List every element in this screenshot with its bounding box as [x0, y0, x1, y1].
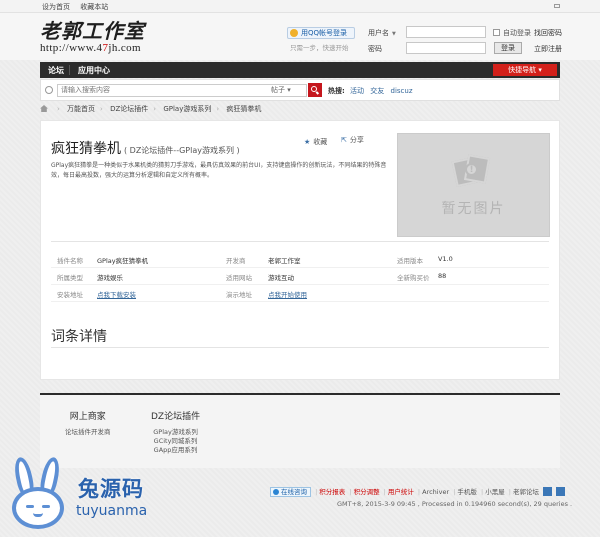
- favorite-button[interactable]: ★ 收藏: [304, 137, 327, 147]
- password-input[interactable]: [406, 42, 486, 54]
- spec-row: 插件名称 GPlay疯狂猜拳机 开发商 老郭工作室 适用版本 V1.0: [51, 251, 549, 268]
- hot-item[interactable]: 交友: [370, 87, 384, 95]
- hot-item[interactable]: discuz: [391, 87, 413, 95]
- footer-timestamp: GMT+8, 2015-3-9 09:45 , Processed in 0.1…: [337, 500, 573, 508]
- footer-link[interactable]: Archiver: [422, 488, 449, 496]
- footer-link[interactable]: 小黑屋: [485, 488, 505, 496]
- main-nav: 论坛 应用中心 快捷导航 ▾: [40, 62, 560, 78]
- spec-key: 插件名称: [57, 257, 83, 265]
- spec-value: 88: [438, 272, 447, 280]
- install-link[interactable]: 点我下载安装: [97, 289, 136, 299]
- no-image-text: 暂无图片: [441, 201, 506, 217]
- divider: [51, 347, 549, 348]
- username-input[interactable]: [406, 26, 486, 38]
- remember-checkbox[interactable]: [493, 29, 500, 36]
- spec-table: 插件名称 GPlay疯狂猜拳机 开发商 老郭工作室 适用版本 V1.0 所属类型…: [51, 251, 549, 302]
- logo-text: 老郭工作室: [40, 19, 145, 43]
- spec-value: 游戏娱乐: [97, 274, 123, 282]
- remember-label: 自动登录: [503, 29, 531, 37]
- spec-value: GPlay疯狂猜拳机: [97, 257, 149, 265]
- nav-item-forum[interactable]: 论坛: [48, 65, 64, 76]
- page-subtitle: ( DZ论坛插件--GPlay游戏系列 ): [124, 146, 240, 155]
- top-strip: 设为首页 收藏本站: [0, 0, 600, 13]
- qq-login-button[interactable]: 用QQ帐号登录: [287, 27, 355, 39]
- spec-key: 全新购买价: [397, 274, 430, 282]
- breadcrumb-item[interactable]: DZ论坛插件: [110, 105, 148, 113]
- share-button[interactable]: ⇱ 分享: [341, 135, 364, 145]
- share-icon: ⇱: [341, 136, 347, 144]
- page-title: 疯狂猜拳机( DZ论坛插件--GPlay游戏系列 ): [51, 141, 240, 157]
- password-label: 密码: [368, 45, 382, 53]
- plugin-description: GPlay疯狂猜拳是一种类似于水果机类的猜剪刀手游戏，最具仿真效果的前台UI，支…: [51, 162, 387, 179]
- spec-key: 适用网站: [226, 274, 252, 282]
- footer-link[interactable]: 积分报表: [319, 488, 345, 496]
- breadcrumb-item[interactable]: GPlay游戏系列: [163, 105, 211, 113]
- spec-key: 开发商: [226, 257, 246, 265]
- site-header: 老郭工作室 http://www.47jh.com 用QQ帐号登录 只需一步，快…: [0, 13, 600, 60]
- qq-icon: [290, 29, 298, 37]
- search-icon: [45, 86, 53, 94]
- nav-item-app-center[interactable]: 应用中心: [78, 65, 110, 76]
- logo-url: http://www.47jh.com: [40, 42, 142, 54]
- image-placeholder-icon: !: [451, 154, 491, 188]
- chevron-down-icon: ▼: [392, 31, 396, 37]
- footer-link[interactable]: 积分调整: [354, 488, 380, 496]
- spec-row: 所属类型 游戏娱乐 适用网站 游戏互动 全新购买价 88: [51, 268, 549, 285]
- footer-link[interactable]: GPlay游戏系列: [151, 428, 200, 437]
- chat-icon: [273, 489, 279, 495]
- site-logo[interactable]: 老郭工作室 http://www.47jh.com: [40, 21, 145, 54]
- set-home-link[interactable]: 设为首页: [42, 3, 70, 11]
- spec-row: 安装地址 点我下载安装 演示地址 点我开始使用: [51, 285, 549, 302]
- window-icon[interactable]: [554, 4, 560, 8]
- footer-column: 网上商家 论坛插件开发商: [65, 412, 111, 437]
- police-badge-icon[interactable]: [543, 487, 553, 496]
- login-button[interactable]: 登录: [494, 42, 522, 54]
- spec-key: 所属类型: [57, 274, 83, 282]
- hot-item[interactable]: 活动: [350, 87, 364, 95]
- add-favorite-link[interactable]: 收藏本站: [80, 3, 108, 11]
- bunny-icon: [8, 455, 68, 533]
- spec-key: 安装地址: [57, 291, 83, 299]
- star-icon: ★: [304, 138, 311, 146]
- footer-link[interactable]: 老郭论坛: [513, 488, 539, 496]
- watermark-en: tuyuanma: [76, 503, 148, 519]
- hot-searches: 热搜: 活动 交友 discuz: [328, 87, 413, 95]
- search-type-select[interactable]: 帖子 ▾: [271, 85, 291, 95]
- breadcrumb: › 万能首页 › DZ论坛插件 › GPlay游戏系列 › 疯狂猜拳机: [40, 104, 261, 114]
- footer-link[interactable]: 论坛插件开发商: [65, 428, 111, 437]
- footer-link[interactable]: GCity同城系列: [151, 437, 200, 446]
- spec-value: 老郭工作室: [268, 257, 301, 265]
- nav-separator: [69, 65, 70, 75]
- search-button[interactable]: [308, 83, 322, 97]
- divider: [51, 241, 549, 242]
- quick-nav-button[interactable]: 快捷导航 ▾: [493, 64, 557, 76]
- no-image-placeholder: ! 暂无图片: [397, 133, 550, 237]
- breadcrumb-item-current: 疯狂猜拳机: [226, 105, 262, 113]
- top-links: 设为首页 收藏本站: [42, 2, 116, 12]
- online-consult-button[interactable]: 在线咨询: [270, 487, 311, 497]
- home-icon[interactable]: [40, 105, 48, 112]
- login-form: 用户名 ▼ 自动登录 找回密码 密码 登录 立即注册: [368, 26, 568, 58]
- username-label[interactable]: 用户名 ▼: [368, 28, 396, 38]
- register-link[interactable]: 立即注册: [534, 44, 562, 54]
- spec-value: 游戏互动: [268, 274, 294, 282]
- footer-link[interactable]: 手机版: [457, 488, 477, 496]
- breadcrumb-item[interactable]: 万能首页: [67, 105, 95, 113]
- security-badge-icon[interactable]: [556, 487, 566, 496]
- watermark-cn: 兔源码: [78, 477, 144, 501]
- search-bar: 帖子 ▾ 热搜: 活动 交友 discuz: [40, 79, 560, 101]
- forgot-password-link[interactable]: 找回密码: [534, 28, 562, 38]
- spec-key: 演示地址: [226, 291, 252, 299]
- demo-link[interactable]: 点我开始使用: [268, 289, 307, 299]
- watermark-logo: 兔源码 tuyuanma: [0, 453, 180, 537]
- search-input[interactable]: [57, 84, 307, 97]
- detail-heading: 词条详情: [51, 329, 107, 345]
- plugin-panel: 疯狂猜拳机( DZ论坛插件--GPlay游戏系列 ) ★ 收藏 ⇱ 分享 GPlay…: [40, 120, 560, 380]
- spec-key: 适用版本: [397, 257, 423, 265]
- footer-link[interactable]: 用户统计: [388, 488, 414, 496]
- footer-links: 在线咨询 | 积分报表 | 积分调整 | 用户统计 | Archiver | 手机版 | 小…: [270, 486, 566, 497]
- footer-column: DZ论坛插件 GPlay游戏系列 GCity同城系列 GApp应用系列: [151, 412, 201, 454]
- spec-value: V1.0: [438, 255, 453, 263]
- qq-subtext: 只需一步，快速开始: [290, 44, 349, 52]
